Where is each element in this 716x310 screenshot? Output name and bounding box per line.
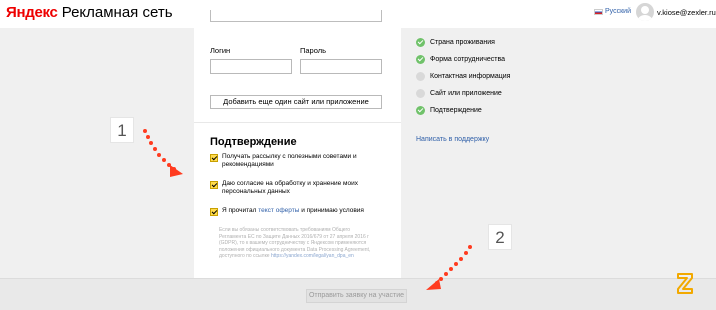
step-done-check-icon (416, 55, 425, 64)
offer-checkbox-row[interactable]: Я прочитал текст оферты и принимаю услов… (210, 207, 382, 216)
user-email[interactable]: v.kiose@zexler.ru (657, 8, 716, 17)
personal-data-checkbox[interactable] (210, 181, 218, 189)
dotted-arrow-1 (143, 129, 183, 177)
gdpr-notice: Если вы обязаны соответствовать требован… (219, 227, 375, 260)
confirmation-heading: Подтверждение (210, 136, 297, 148)
step-label: Страна проживания (430, 39, 495, 46)
logo-brand: Яндекс (6, 4, 58, 21)
language-label: Русский (605, 8, 631, 15)
step-site-or-app[interactable]: Сайт или приложение (416, 89, 502, 98)
password-input[interactable] (300, 59, 382, 74)
language-switcher[interactable]: Русский (594, 8, 631, 15)
offer-checkbox[interactable] (210, 208, 218, 216)
step-label: Сайт или приложение (430, 90, 502, 97)
personal-data-checkbox-row[interactable]: Даю согласие на обработку и хранение мои… (210, 180, 382, 196)
step-cooperation-form[interactable]: Форма сотрудничества (416, 55, 505, 64)
support-link[interactable]: Написать в поддержку (416, 136, 489, 143)
submit-application-button[interactable]: Отправить заявку на участие (306, 289, 407, 303)
previous-field-bottom[interactable] (210, 10, 382, 22)
step-contact-info[interactable]: Контактная информация (416, 72, 510, 81)
user-avatar[interactable] (636, 3, 654, 21)
newsletter-checkbox[interactable] (210, 154, 218, 162)
step-pending-icon (416, 72, 425, 81)
newsletter-checkbox-label: Получать рассылку с полезными советами и… (222, 153, 357, 168)
step-done-check-icon (416, 106, 425, 115)
step-label: Контактная информация (430, 73, 511, 80)
annotation-marker-2: 2 (488, 224, 512, 250)
registration-form-card: Логин Пароль Добавить еще один сайт или … (194, 0, 401, 310)
step-country[interactable]: Страна проживания (416, 38, 495, 47)
annotation-marker-1: 1 (110, 117, 134, 143)
step-pending-icon (416, 89, 425, 98)
yandex-ad-network-logo[interactable]: Яндекс Рекламная сеть (6, 4, 173, 22)
password-label: Пароль (300, 46, 327, 55)
dpa-link[interactable]: https://yandex.com/legal/yan_dpa_en (271, 253, 354, 259)
russian-flag-icon (594, 8, 603, 15)
step-confirmation[interactable]: Подтверждение (416, 106, 482, 115)
arrowhead-1 (170, 165, 183, 177)
step-label: Подтверждение (430, 107, 482, 114)
personal-data-checkbox-label: Даю согласие на обработку и хранение мои… (222, 180, 359, 195)
offer-link[interactable]: текст оферты (258, 207, 299, 214)
newsletter-checkbox-row[interactable]: Получать рассылку с полезными советами и… (210, 153, 382, 169)
login-input[interactable] (210, 59, 292, 74)
offer-checkbox-label: Я прочитал текст оферты и принимаю услов… (222, 207, 382, 215)
step-done-check-icon (416, 38, 425, 47)
add-site-button[interactable]: Добавить еще один сайт или приложение (210, 95, 382, 109)
login-label: Логин (210, 46, 231, 55)
section-divider (194, 122, 401, 123)
zexler-logo-icon (677, 273, 693, 294)
offer-text-before: Я прочитал (222, 207, 259, 214)
offer-text-after: и принимаю условия (299, 207, 364, 214)
step-label: Форма сотрудничества (430, 56, 506, 63)
logo-service-name: Рекламная сеть (61, 4, 173, 21)
